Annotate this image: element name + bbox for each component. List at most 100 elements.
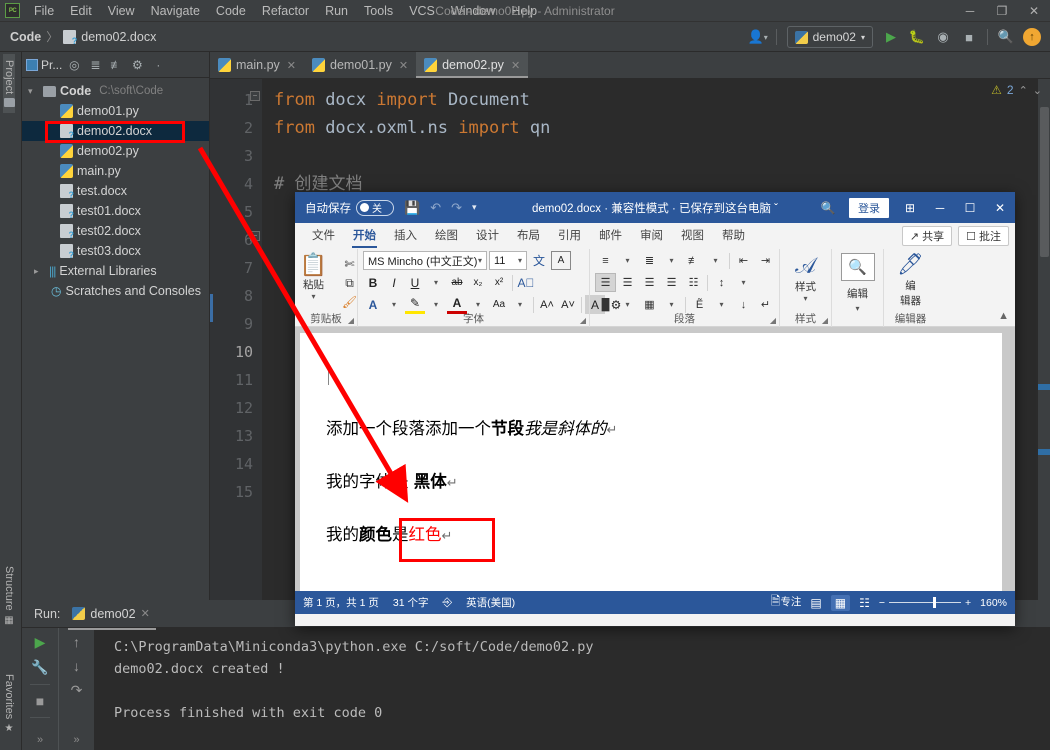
- run-tab-demo02[interactable]: demo02 ✕: [68, 603, 157, 630]
- word-count[interactable]: 31 个字: [393, 595, 429, 610]
- editor-gutter[interactable]: 1 2 3 4 5 6 7 8 9 10 11 12 13 14 15 − −: [210, 79, 262, 600]
- increase-indent-icon[interactable]: ⇥: [755, 251, 776, 270]
- chevron-down-icon[interactable]: ▾: [661, 251, 682, 270]
- more-icon[interactable]: »: [37, 734, 43, 750]
- ribbon-tab-review[interactable]: 审阅: [631, 223, 672, 249]
- project-panel-title[interactable]: Pr...: [41, 58, 62, 72]
- ribbon-tab-insert[interactable]: 插入: [385, 223, 426, 249]
- comments-button[interactable]: ☐ 批注: [958, 226, 1009, 246]
- fold-icon[interactable]: −: [250, 91, 260, 101]
- share-button[interactable]: ↗ 共享: [901, 226, 953, 246]
- ribbon-display-icon[interactable]: ⊞: [895, 192, 925, 223]
- tree-node-root[interactable]: ▾ Code C:\soft\Code: [22, 81, 209, 101]
- tab-demo01-py[interactable]: demo01.py ✕: [304, 52, 416, 78]
- sidebar-item-favorites[interactable]: Favorites ★: [3, 668, 15, 740]
- word-document-area[interactable]: 添加一个段落添加一个节段我是斜体的↵ 我的字体是 黑体↵ 我的颜色是红色↵: [295, 327, 1015, 591]
- zoom-out-button[interactable]: −: [879, 597, 885, 609]
- scrollbar-thumb[interactable]: [1040, 107, 1049, 257]
- stop-icon[interactable]: ■: [957, 25, 981, 49]
- redo-icon[interactable]: ↷: [451, 200, 462, 216]
- zoom-slider[interactable]: − +: [879, 597, 971, 609]
- tree-node-test03-docx[interactable]: test03.docx: [22, 241, 209, 261]
- collapse-ribbon-icon[interactable]: ▲: [998, 310, 1009, 322]
- menu-item-help[interactable]: Help: [503, 2, 545, 20]
- document-text[interactable]: 添加一个段落添加一个节段我是斜体的↵ 我的字体是 黑体↵ 我的颜色是红色↵: [300, 333, 1002, 562]
- breadcrumb-file[interactable]: demo02.docx: [81, 30, 156, 44]
- ribbon-tab-file[interactable]: 文件: [303, 223, 344, 249]
- font-dialog-launcher[interactable]: ◢: [580, 316, 586, 325]
- editor-scrollbar[interactable]: [1038, 79, 1050, 600]
- word-minimize-button[interactable]: ─: [925, 192, 955, 223]
- ribbon-tab-mailings[interactable]: 邮件: [590, 223, 631, 249]
- tree-node-test-docx[interactable]: test.docx: [22, 181, 209, 201]
- zoom-thumb[interactable]: [933, 597, 936, 608]
- undo-icon[interactable]: ↶: [430, 200, 441, 216]
- tab-main-py[interactable]: main.py ✕: [210, 52, 304, 78]
- close-icon[interactable]: ✕: [399, 59, 408, 72]
- zoom-level[interactable]: 160%: [980, 597, 1007, 609]
- font-name-input[interactable]: MS Mincho (中文正文) ▾: [363, 251, 487, 270]
- word-close-button[interactable]: ✕: [985, 192, 1015, 223]
- tree-node-test02-docx[interactable]: test02.docx: [22, 221, 209, 241]
- superscript-button[interactable]: x²: [489, 273, 509, 292]
- more-icon[interactable]: ·: [149, 58, 167, 72]
- menu-item-view[interactable]: View: [100, 2, 143, 20]
- chevron-down-icon[interactable]: ⌄: [1033, 84, 1042, 97]
- chevron-right-icon[interactable]: ▸: [34, 266, 45, 277]
- down-icon[interactable]: ↓: [73, 658, 80, 674]
- breadcrumb-project[interactable]: Code: [10, 30, 41, 44]
- target-icon[interactable]: ◎: [65, 58, 83, 72]
- ribbon-tab-help[interactable]: 帮助: [713, 223, 754, 249]
- soft-wrap-icon[interactable]: ↷: [71, 682, 83, 699]
- bold-button[interactable]: B: [363, 273, 383, 292]
- paste-button[interactable]: 📋 粘贴 ▾: [292, 253, 336, 311]
- multilevel-list-icon[interactable]: ≢: [683, 251, 704, 270]
- user-icon[interactable]: 👤 ▾: [746, 25, 770, 49]
- chevron-up-icon[interactable]: ⌃: [1019, 84, 1028, 97]
- editor-pen-icon[interactable]: 🖊: [897, 253, 924, 277]
- coverage-icon[interactable]: ◉: [931, 25, 955, 49]
- menu-item-window[interactable]: Window: [443, 2, 503, 20]
- styles-dialog-launcher[interactable]: ◢: [822, 316, 828, 325]
- tree-node-demo01-py[interactable]: demo01.py: [22, 101, 209, 121]
- chevron-down-icon[interactable]: ▾: [855, 304, 859, 313]
- zoom-in-button[interactable]: +: [965, 597, 971, 609]
- sidebar-item-structure[interactable]: Structure ▦: [3, 560, 15, 632]
- align-center-icon[interactable]: ☰: [617, 273, 638, 292]
- debug-icon[interactable]: 🐛: [905, 25, 929, 49]
- save-icon[interactable]: 💾: [404, 200, 420, 216]
- focus-mode-button[interactable]: 🗎专注: [771, 592, 802, 613]
- tree-node-test01-docx[interactable]: test01.docx: [22, 201, 209, 221]
- wrench-icon[interactable]: 🔧: [31, 659, 48, 676]
- menu-item-navigate[interactable]: Navigate: [143, 2, 208, 20]
- chevron-down-icon[interactable]: ▾: [518, 256, 522, 265]
- ide-maximize-button[interactable]: ❐: [986, 0, 1018, 22]
- ribbon-tab-home[interactable]: 开始: [344, 223, 385, 249]
- zoom-track[interactable]: [889, 597, 961, 608]
- tree-node-external-libraries[interactable]: ▸ ||| External Libraries: [22, 261, 209, 281]
- menu-item-code[interactable]: Code: [208, 2, 254, 20]
- close-icon[interactable]: ✕: [287, 59, 296, 72]
- character-border-icon[interactable]: A: [551, 251, 571, 270]
- menu-item-edit[interactable]: Edit: [62, 2, 100, 20]
- clipboard-dialog-launcher[interactable]: ◢: [348, 316, 354, 325]
- font-size-input[interactable]: 11 ▾: [489, 251, 527, 270]
- align-right-icon[interactable]: ☰: [639, 273, 660, 292]
- read-mode-icon[interactable]: ▤: [810, 596, 821, 610]
- tab-demo02-py[interactable]: demo02.py ✕: [416, 52, 529, 78]
- run-icon[interactable]: ▶: [879, 25, 903, 49]
- styles-button[interactable]: 𝒜 样式 ▾: [784, 253, 828, 303]
- chevron-down-icon[interactable]: ▾: [28, 86, 39, 97]
- underline-chevron-icon[interactable]: ▾: [426, 273, 446, 292]
- justify-icon[interactable]: ☰: [661, 273, 682, 292]
- numbering-icon[interactable]: ≣: [639, 251, 660, 270]
- up-icon[interactable]: ↑: [73, 634, 80, 650]
- page-indicator[interactable]: 第 1 页，共 1 页: [303, 595, 379, 610]
- subscript-button[interactable]: x₂: [468, 273, 488, 292]
- customize-qat-icon[interactable]: ▾: [472, 202, 477, 213]
- ribbon-tab-draw[interactable]: 绘图: [426, 223, 467, 249]
- rerun-icon[interactable]: ▶: [35, 634, 46, 651]
- close-icon[interactable]: ✕: [141, 607, 150, 620]
- inspection-indicator[interactable]: ⚠ 2 ⌃ ⌄: [991, 83, 1042, 97]
- autosave-toggle[interactable]: 自动保存 关: [305, 199, 394, 216]
